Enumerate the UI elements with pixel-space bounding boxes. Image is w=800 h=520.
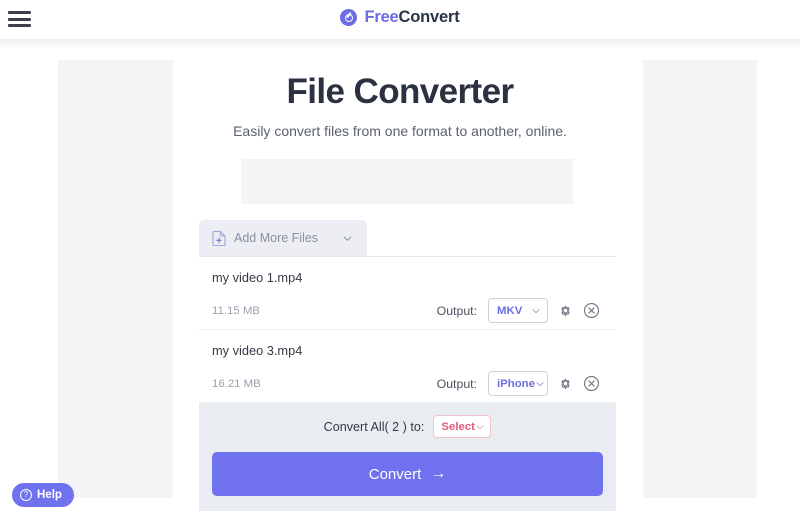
help-button[interactable]: ? Help (12, 483, 74, 507)
brand-name: FreeConvert (364, 8, 459, 27)
converter-card: Add More Files my video 1.mp4 11.15 MB O… (199, 220, 616, 511)
convert-all-bar: Convert All( 2 ) to: Select (199, 403, 616, 438)
file-plus-icon (212, 230, 226, 246)
file-name: my video 3.mp4 (212, 343, 303, 358)
convert-all-format-select[interactable]: Select (433, 415, 492, 438)
file-controls: Output: MKV (437, 298, 600, 323)
chevron-down-icon (532, 308, 540, 313)
page-title: File Converter (286, 72, 515, 111)
gear-icon[interactable] (557, 375, 574, 392)
arrow-right-icon: → (430, 465, 447, 482)
hero-section: File Converter Easily convert files from… (0, 70, 800, 140)
convert-all-label: Convert All( 2 ) to: (323, 419, 425, 434)
close-circle-icon[interactable] (583, 302, 600, 319)
convert-all-inner: Convert All( 2 ) to: Select (199, 415, 616, 438)
chevron-down-icon (343, 235, 352, 241)
file-name: my video 1.mp4 (212, 270, 303, 285)
site-header: FreeConvert (0, 0, 800, 39)
table-row: my video 3.mp4 16.21 MB Output: iPhone (199, 330, 616, 403)
header-divider (0, 39, 800, 49)
output-format-select[interactable]: iPhone (488, 371, 548, 396)
brand-name-convert: Convert (398, 8, 460, 26)
chevron-down-icon (476, 424, 484, 429)
file-meta-row: 16.21 MB Output: iPhone (212, 371, 600, 396)
output-label: Output: (436, 303, 477, 318)
brand-name-free: Free (364, 8, 399, 26)
output-format-value: iPhone (497, 377, 535, 390)
convert-button[interactable]: Convert → (212, 452, 603, 496)
help-label: Help (37, 489, 62, 501)
convert-button-area: Convert → (199, 438, 616, 511)
chevron-down-icon (536, 381, 544, 386)
file-controls: Output: iPhone (437, 371, 600, 396)
freeconvert-circle-logo-icon (340, 9, 358, 26)
converter-tab-row: Add More Files (199, 220, 616, 257)
add-more-files-button[interactable]: Add More Files (199, 220, 368, 256)
file-size: 16.21 MB (212, 377, 261, 390)
ad-placeholder-top (241, 159, 573, 204)
close-circle-icon[interactable] (583, 375, 600, 392)
page-subtitle: Easily convert files from one format to … (233, 123, 567, 139)
convert-all-format-value: Select (441, 420, 475, 433)
output-format-select[interactable]: MKV (488, 298, 548, 323)
question-circle-icon: ? (20, 489, 32, 501)
convert-button-label: Convert (368, 465, 422, 483)
output-label: Output: (436, 376, 477, 391)
file-size: 11.15 MB (212, 304, 260, 317)
file-meta-row: 11.15 MB Output: MKV (212, 298, 600, 323)
add-more-files-label: Add More Files (234, 231, 319, 245)
gear-icon[interactable] (557, 302, 574, 319)
table-row: my video 1.mp4 11.15 MB Output: MKV (199, 257, 616, 330)
output-format-value: MKV (497, 304, 523, 317)
brand-logo[interactable]: FreeConvert (0, 8, 800, 27)
